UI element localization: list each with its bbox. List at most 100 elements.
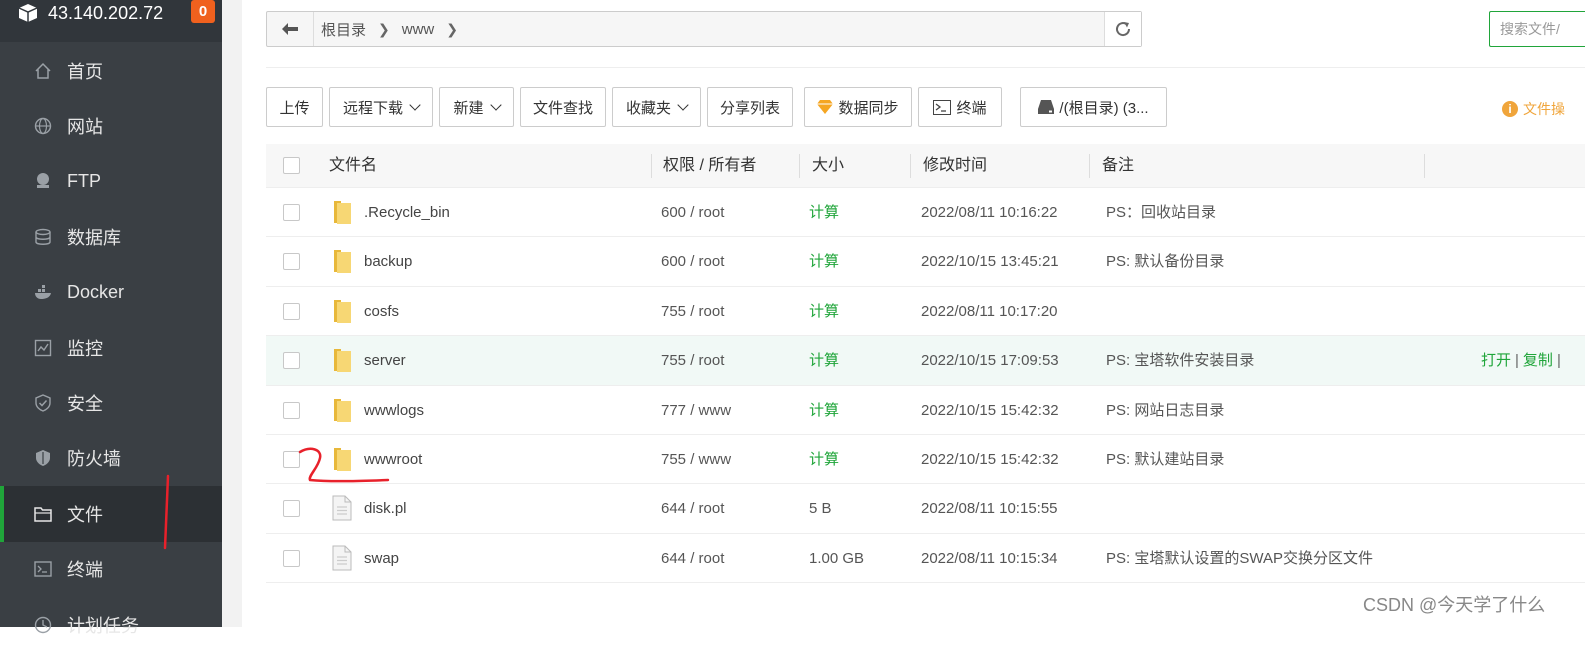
refresh-button[interactable] bbox=[1104, 12, 1141, 46]
file-size: 5 B bbox=[809, 500, 832, 518]
crumb-root[interactable]: 根目录 bbox=[321, 19, 366, 40]
file-search-button[interactable]: 文件查找 bbox=[520, 87, 606, 127]
crumb-www[interactable]: www bbox=[402, 21, 435, 38]
share-list-button[interactable]: 分享列表 bbox=[707, 87, 793, 127]
sidebar-item-6[interactable]: 安全 bbox=[0, 375, 222, 430]
sidebar-header: 43.140.202.72 0 bbox=[0, 0, 222, 42]
select-all-checkbox[interactable] bbox=[283, 157, 300, 174]
table-row[interactable]: swap 644 / root 1.00 GB 2022/08/11 10:15:34… bbox=[266, 534, 1585, 584]
header-note[interactable]: 备注 bbox=[1102, 144, 1134, 188]
csdn-watermark: CSDN @今天学了什么 bbox=[1363, 595, 1546, 615]
file-permission[interactable]: 755 / root bbox=[661, 336, 724, 385]
back-button[interactable] bbox=[267, 12, 314, 46]
data-sync-button[interactable]: 数据同步 bbox=[804, 87, 912, 127]
table-row[interactable]: server 755 / root 计算 2022/10/15 17:09:53 PS:… bbox=[266, 336, 1585, 386]
row-actions: 打开 | 复制 | bbox=[1481, 336, 1565, 385]
sidebar-item-label: 安全 bbox=[67, 394, 103, 415]
sidebar-item-5[interactable]: 监控 bbox=[0, 320, 222, 375]
table-row[interactable]: wwwlogs 777 / www 计算 2022/10/15 15:42:32 PS:… bbox=[266, 386, 1585, 435]
new-button[interactable]: 新建 bbox=[439, 87, 514, 127]
terminal-icon bbox=[33, 559, 53, 579]
copy-action[interactable]: 复制 bbox=[1523, 352, 1553, 369]
file-name[interactable]: .Recycle_bin bbox=[364, 188, 450, 237]
sidebar-item-10[interactable]: 计划任务 bbox=[0, 597, 222, 652]
sidebar-item-7[interactable]: 防火墙 bbox=[0, 431, 222, 486]
file-permission[interactable]: 644 / root bbox=[661, 484, 724, 533]
file-permission[interactable]: 644 / root bbox=[661, 534, 724, 583]
row-checkbox[interactable] bbox=[283, 401, 300, 419]
monitor-icon bbox=[33, 338, 53, 358]
upload-button[interactable]: 上传 bbox=[266, 87, 323, 127]
row-checkbox[interactable] bbox=[283, 500, 300, 518]
table-row[interactable]: backup 600 / root 计算 2022/10/15 13:45:21 PS:… bbox=[266, 237, 1585, 287]
notification-badge[interactable]: 0 bbox=[191, 0, 215, 23]
sidebar-item-0[interactable]: 首页 bbox=[0, 43, 222, 98]
file-name[interactable]: backup bbox=[364, 237, 412, 286]
row-checkbox[interactable] bbox=[283, 352, 300, 370]
file-note[interactable]: PS: 宝塔默认设置的SWAP交换分区文件 bbox=[1106, 534, 1373, 583]
header-permission[interactable]: 权限 / 所有者 bbox=[663, 144, 756, 188]
search-input[interactable]: 搜索文件/ bbox=[1489, 11, 1585, 47]
sidebar-item-label: Docker bbox=[67, 281, 125, 302]
file-name[interactable]: wwwroot bbox=[364, 435, 422, 484]
docker-icon bbox=[33, 282, 53, 302]
table-row[interactable]: cosfs 755 / root 计算 2022/08/11 10:17:20 bbox=[266, 287, 1585, 337]
file-note[interactable]: PS: 网站日志目录 bbox=[1106, 386, 1224, 435]
divider bbox=[266, 67, 1585, 68]
disk-icon bbox=[1038, 100, 1055, 114]
file-name[interactable]: server bbox=[364, 336, 406, 385]
file-name[interactable]: swap bbox=[364, 534, 399, 583]
server-box-icon bbox=[18, 4, 38, 22]
file-note[interactable]: PS：回收站目录 bbox=[1106, 188, 1216, 237]
row-checkbox[interactable] bbox=[283, 302, 300, 320]
header-name[interactable]: 文件名 bbox=[329, 144, 377, 188]
sidebar-item-2[interactable]: FTP bbox=[0, 154, 222, 209]
file-search-label: 文件查找 bbox=[532, 99, 593, 117]
column-divider bbox=[651, 154, 652, 178]
file-permission[interactable]: 755 / root bbox=[661, 287, 724, 336]
remote-download-button[interactable]: 远程下载 bbox=[329, 87, 433, 127]
server-info[interactable]: 43.140.202.72 bbox=[18, 0, 163, 26]
sidebar-menu: 首页 网站 FTP 数据库 Docker 监控安全防火墙 文件 终端 计划任务 bbox=[0, 43, 222, 652]
file-size[interactable]: 计算 bbox=[809, 188, 839, 237]
terminal-button[interactable]: 终端 bbox=[918, 87, 1002, 127]
sidebar-item-3[interactable]: 数据库 bbox=[0, 209, 222, 264]
disk-button[interactable]: /(根目录) (3... bbox=[1020, 87, 1167, 127]
file-ops-help-label: 文件操 bbox=[1523, 101, 1565, 117]
file-note[interactable]: PS: 默认备份目录 bbox=[1106, 237, 1224, 286]
file-permission[interactable]: 777 / www bbox=[661, 386, 731, 435]
table-row[interactable]: disk.pl 644 / root 5 B 2022/08/11 10:15:55 bbox=[266, 484, 1585, 534]
file-size[interactable]: 计算 bbox=[809, 336, 839, 385]
row-checkbox[interactable] bbox=[283, 451, 300, 468]
file-size[interactable]: 计算 bbox=[809, 287, 839, 336]
sidebar-item-9[interactable]: 终端 bbox=[0, 542, 222, 597]
row-checkbox[interactable] bbox=[283, 253, 300, 271]
file-size[interactable]: 计算 bbox=[809, 386, 839, 435]
table-row[interactable]: wwwroot 755 / www 计算 2022/10/15 15:42:32 PS:… bbox=[266, 435, 1585, 485]
header-size[interactable]: 大小 bbox=[812, 144, 844, 188]
file-note[interactable]: PS: 宝塔软件安装目录 bbox=[1106, 336, 1254, 385]
row-checkbox[interactable] bbox=[283, 204, 300, 221]
header-mtime[interactable]: 修改时间 bbox=[923, 144, 987, 188]
file-note[interactable]: PS: 默认建站目录 bbox=[1106, 435, 1224, 484]
file-name[interactable]: wwwlogs bbox=[364, 386, 424, 435]
file-name[interactable]: cosfs bbox=[364, 287, 399, 336]
file-ops-help-link[interactable]: i 文件操 bbox=[1502, 99, 1565, 119]
file-permission[interactable]: 755 / www bbox=[661, 435, 731, 484]
file-permission[interactable]: 600 / root bbox=[661, 188, 724, 237]
sidebar-item-8[interactable]: 文件 bbox=[0, 486, 222, 542]
folder-icon bbox=[33, 504, 53, 524]
file-mtime: 2022/08/11 10:15:34 bbox=[921, 549, 1058, 567]
sidebar-item-4[interactable]: Docker bbox=[0, 265, 222, 320]
table-row[interactable]: .Recycle_bin 600 / root 计算 2022/08/11 10:16… bbox=[266, 188, 1585, 238]
file-size[interactable]: 计算 bbox=[809, 237, 839, 286]
file-size[interactable]: 计算 bbox=[809, 435, 839, 484]
chevron-down-icon bbox=[489, 99, 502, 111]
sidebar-item-1[interactable]: 网站 bbox=[0, 98, 222, 153]
open-action[interactable]: 打开 bbox=[1481, 352, 1511, 369]
file-name[interactable]: disk.pl bbox=[364, 484, 407, 533]
row-checkbox[interactable] bbox=[283, 549, 300, 567]
file-permission[interactable]: 600 / root bbox=[661, 237, 724, 286]
favorites-label: 收藏夹 bbox=[625, 99, 671, 117]
favorites-button[interactable]: 收藏夹 bbox=[612, 87, 701, 127]
